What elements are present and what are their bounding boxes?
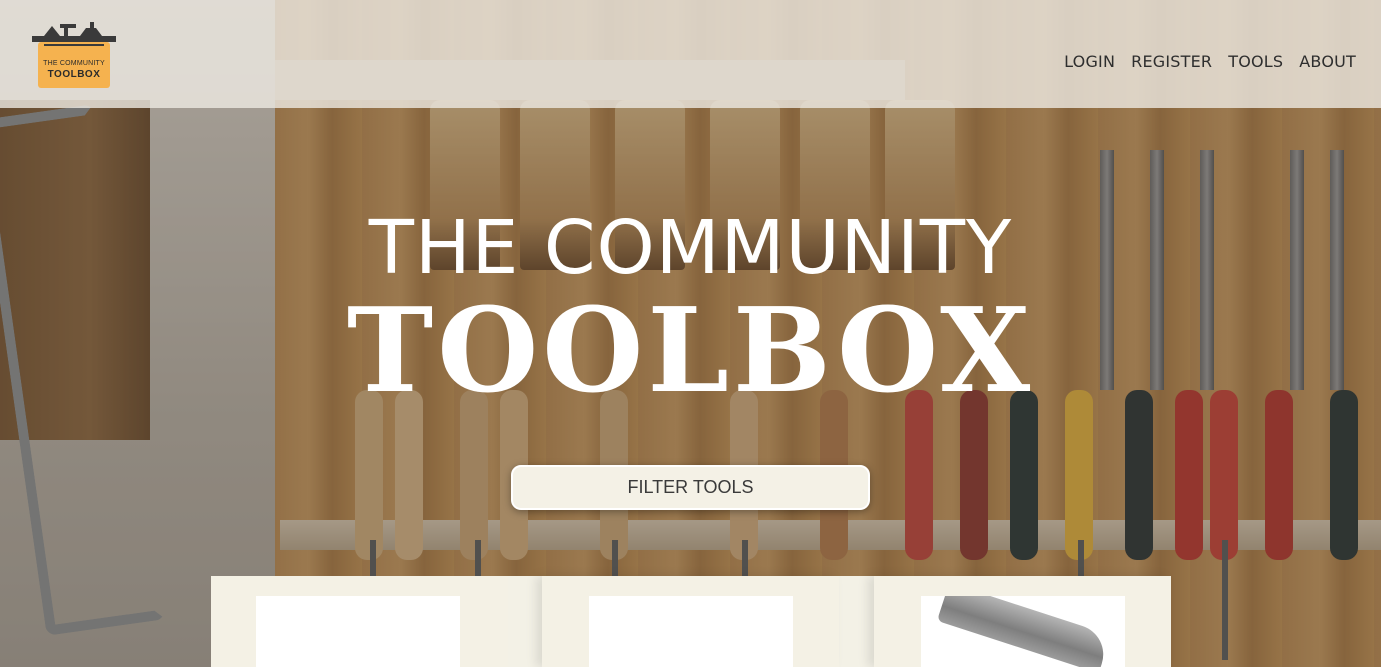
main-nav: LOGIN REGISTER TOOLS ABOUT — [1064, 52, 1356, 71]
hero-title-line1: THE COMMUNITY — [368, 205, 1013, 291]
tool-card-image — [921, 596, 1125, 667]
toolbox-logo-icon[interactable]: THE COMMUNITY TOOLBOX — [30, 22, 118, 90]
site-header: THE COMMUNITY TOOLBOX LOGIN REGISTER TOO… — [0, 0, 1381, 108]
nav-register-link[interactable]: REGISTER — [1131, 52, 1212, 71]
nav-about-link[interactable]: ABOUT — [1299, 52, 1356, 71]
tool-card-image — [256, 596, 460, 667]
tool-card[interactable] — [211, 576, 508, 667]
filter-tools-button[interactable]: FILTER TOOLS — [511, 465, 870, 510]
logo-text-line2: TOOLBOX — [47, 69, 101, 80]
tool-card-image — [589, 596, 793, 667]
tool-card[interactable] — [542, 576, 839, 667]
tool-card[interactable] — [874, 576, 1171, 667]
tool-cards-row — [211, 576, 1171, 667]
nav-login-link[interactable]: LOGIN — [1064, 52, 1115, 71]
nav-tools-link[interactable]: TOOLS — [1228, 52, 1283, 71]
logo-text-line1: THE COMMUNITY — [43, 60, 105, 67]
hero-title-line2: TOOLBOX — [346, 283, 1035, 419]
hammer-image — [936, 596, 1112, 667]
